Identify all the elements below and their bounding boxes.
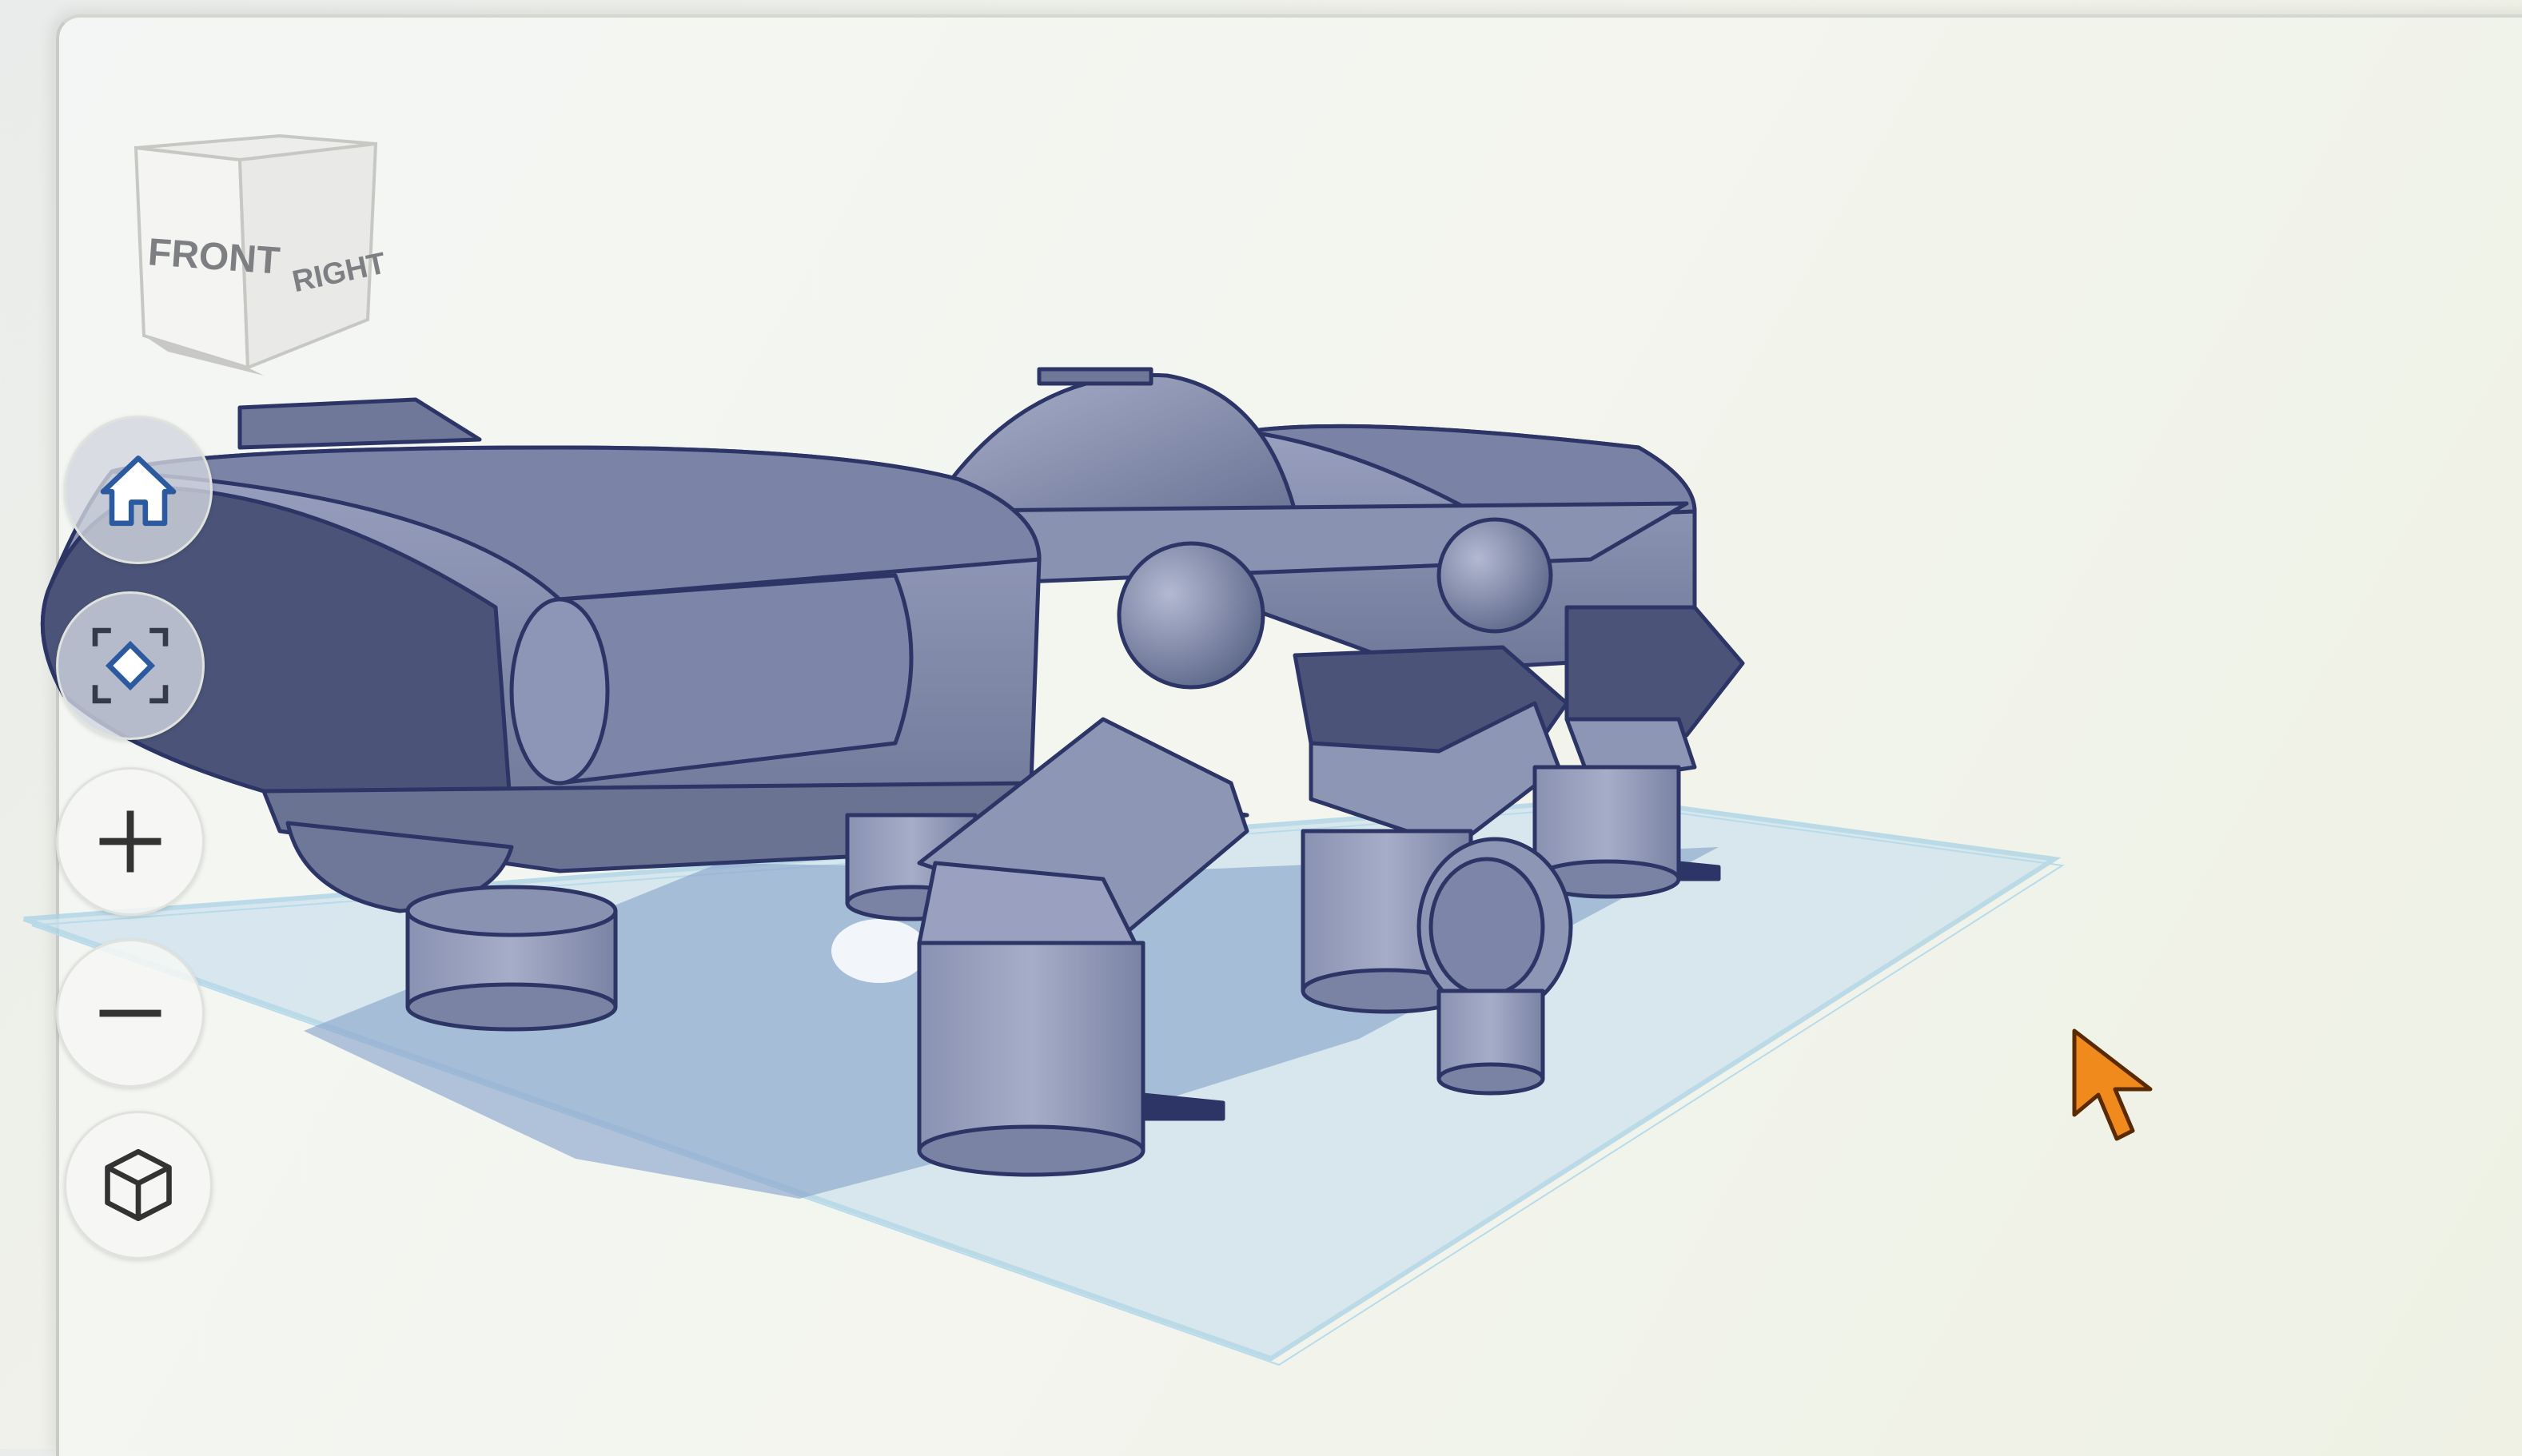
fit-view-button[interactable] bbox=[56, 591, 205, 740]
home-icon bbox=[100, 455, 177, 527]
zoom-out-button[interactable] bbox=[56, 939, 205, 1088]
zoom-in-button[interactable] bbox=[56, 767, 205, 916]
fit-view-icon bbox=[92, 627, 169, 704]
home-view-button[interactable] bbox=[64, 416, 213, 564]
mouse-cursor-icon bbox=[2072, 1028, 2153, 1141]
view-cube[interactable]: FRONT RIGHT bbox=[120, 128, 392, 384]
view-navigation bbox=[48, 416, 224, 1295]
perspective-cube-icon bbox=[105, 1148, 172, 1222]
minus-icon bbox=[99, 1009, 161, 1017]
plus-icon bbox=[99, 810, 161, 873]
perspective-toggle-button[interactable] bbox=[64, 1111, 213, 1259]
